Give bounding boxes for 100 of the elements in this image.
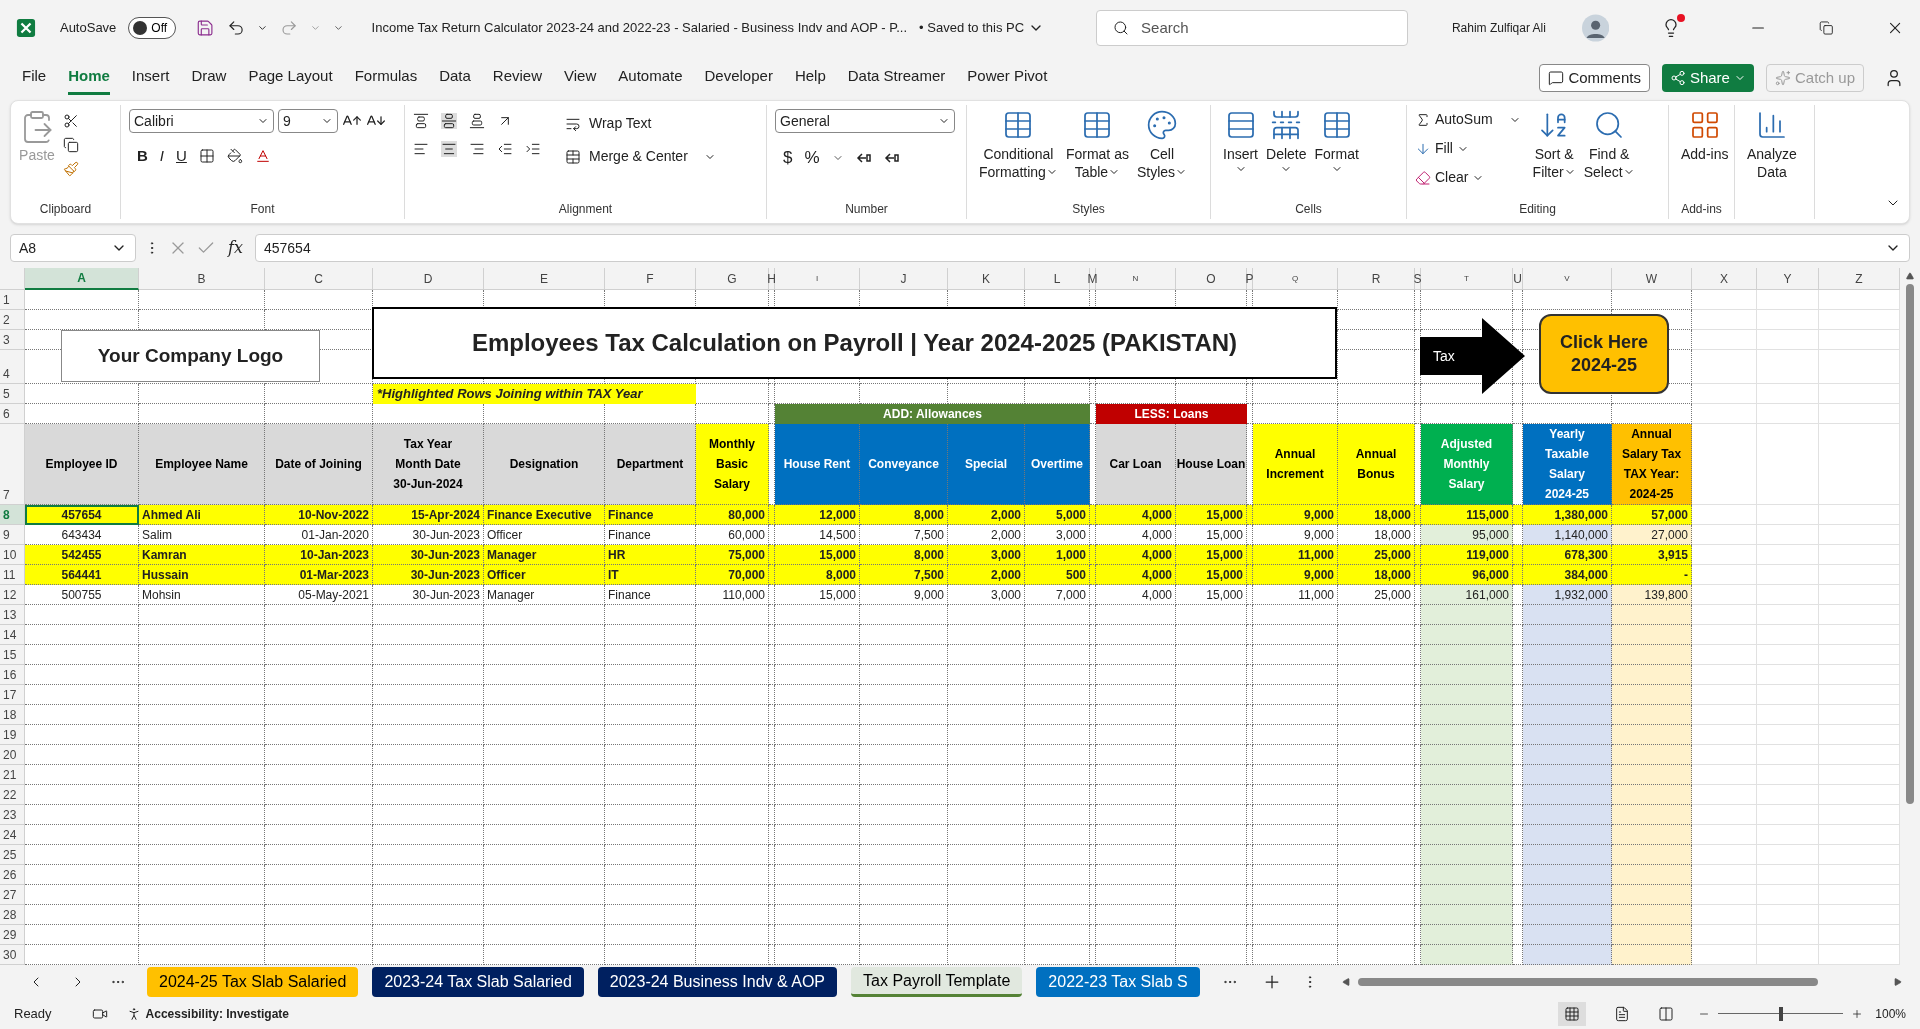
table-cell[interactable]: 457654 xyxy=(25,505,139,525)
column-header: Q xyxy=(1253,268,1338,290)
italic-button[interactable]: I xyxy=(159,145,164,168)
font-size-field[interactable]: 9 xyxy=(278,109,338,133)
column-heading: Department xyxy=(605,424,696,505)
number-format-field[interactable]: General xyxy=(775,109,955,133)
insert-function-button[interactable]: fx xyxy=(224,236,247,260)
cells-button[interactable]: Insert xyxy=(1219,109,1262,199)
save-status[interactable]: • Saved to this PC xyxy=(919,18,1045,38)
column-header: X xyxy=(1692,268,1757,290)
zoom-level[interactable]: 100% xyxy=(1875,1004,1906,1023)
column-header: D xyxy=(373,268,484,290)
column-header: R xyxy=(1338,268,1415,290)
menu-tab[interactable]: Page Layout xyxy=(248,61,333,95)
table-cell: 139,800 xyxy=(1612,585,1692,605)
merge-center-button[interactable]: Merge & Center xyxy=(565,146,716,167)
search-field[interactable]: Search xyxy=(1096,10,1408,46)
menu-tab[interactable]: View xyxy=(564,61,597,95)
sheet-tab[interactable]: 2023-24 Business Indv & AOP xyxy=(597,967,838,997)
accessibility-status[interactable]: Accessibility: Investigate xyxy=(145,1004,289,1023)
table-cell: 15,000 xyxy=(1176,545,1247,565)
name-box[interactable]: A8 xyxy=(10,234,136,262)
row-header: 19 xyxy=(0,725,25,745)
column-heading: Overtime xyxy=(1025,424,1090,505)
autosum-button[interactable]: AutoSum xyxy=(1415,109,1521,130)
styles-button[interactable]: Cell Styles xyxy=(1132,109,1192,199)
cells-button[interactable]: Format xyxy=(1310,109,1363,199)
menu-tab[interactable]: Data xyxy=(439,61,471,95)
add-ins-button[interactable]: Add-ins xyxy=(1677,109,1733,199)
table-cell: 4,000 xyxy=(1096,565,1176,585)
table-cell: 1,140,000 xyxy=(1523,525,1612,545)
status-text: Ready xyxy=(14,1004,52,1023)
menu-tab[interactable]: File xyxy=(22,61,47,95)
underline-button[interactable]: U xyxy=(176,145,187,168)
clear-button[interactable]: Clear xyxy=(1415,167,1521,188)
table-cell: 30-Jun-2023 xyxy=(373,545,484,565)
wrap-text-button[interactable]: Wrap Text xyxy=(565,113,716,134)
styles-button[interactable]: Format as Table xyxy=(1061,109,1133,199)
fill-button[interactable]: Fill xyxy=(1415,138,1521,159)
table-cell: 15,000 xyxy=(775,585,860,605)
row-header: 5 xyxy=(0,384,25,404)
table-cell: 25,000 xyxy=(1338,545,1415,565)
styles-button[interactable]: Conditional Formatting xyxy=(975,109,1062,199)
column-header: F xyxy=(605,268,696,290)
menu-tab[interactable]: Formulas xyxy=(354,61,418,95)
table-cell: 70,000 xyxy=(696,565,769,585)
column-header: V xyxy=(1523,268,1612,290)
find-select-button[interactable]: Find & Select xyxy=(1579,109,1639,199)
menu-tab[interactable]: Help xyxy=(794,61,826,95)
column-heading: Monthly Basic Salary xyxy=(696,424,769,505)
percent-button[interactable]: % xyxy=(804,145,820,171)
table-cell: Finance Executive xyxy=(484,505,605,525)
column-header: H xyxy=(769,268,775,290)
font-name-field[interactable]: Calibri xyxy=(129,109,274,133)
row-header: 27 xyxy=(0,885,25,905)
cells-button[interactable]: Delete xyxy=(1262,109,1311,199)
formula-input[interactable]: 457654 xyxy=(254,234,1910,262)
sheet-tab[interactable]: Tax Payroll Template xyxy=(851,967,1023,997)
comments-button[interactable]: Comments xyxy=(1539,64,1650,92)
menu-tab[interactable]: Home xyxy=(68,61,110,95)
sheet-title: Employees Tax Calculation on Payroll | Year 2024-2025 (PAKISTAN) xyxy=(372,307,1337,379)
row-header: 30 xyxy=(0,945,25,965)
menu-tab[interactable]: Developer xyxy=(704,61,773,95)
row-header: 10 xyxy=(0,545,25,565)
column-heading: Adjusted Monthly Salary xyxy=(1421,424,1513,505)
menu-tab[interactable]: Draw xyxy=(191,61,227,95)
share-button[interactable]: Share xyxy=(1661,64,1754,92)
menu-tab[interactable]: Automate xyxy=(618,61,683,95)
column-heading: Date of Joining xyxy=(265,424,373,505)
sheet-tab[interactable]: 2023-24 Tax Slab Salaried xyxy=(372,967,584,997)
column-header: T xyxy=(1421,268,1513,290)
autosave-toggle[interactable]: Off xyxy=(128,17,177,39)
sort-filter-button[interactable]: Sort & Filter xyxy=(1528,109,1580,199)
click-here-button[interactable]: Click Here 2024-25 xyxy=(1539,314,1669,394)
menu-tab[interactable]: Power Pivot xyxy=(967,61,1048,95)
table-cell: Finance xyxy=(605,505,696,525)
table-cell: 8,000 xyxy=(860,505,948,525)
table-cell: 4,000 xyxy=(1096,505,1176,525)
analyze-data-button[interactable]: Analyze Data xyxy=(1743,109,1801,219)
row-header: 11 xyxy=(0,565,25,585)
table-cell: 25,000 xyxy=(1338,585,1415,605)
row-header: 12 xyxy=(0,585,25,605)
bold-button[interactable]: B xyxy=(137,145,148,168)
currency-button[interactable]: $ xyxy=(783,145,793,171)
table-cell: Ahmed Ali xyxy=(139,505,265,525)
column-header: M xyxy=(1090,268,1096,290)
menu-tab[interactable]: Data Streamer xyxy=(847,61,946,95)
row-header: 22 xyxy=(0,785,25,805)
column-header: Y xyxy=(1757,268,1819,290)
column-header: B xyxy=(139,268,265,290)
table-cell: 7,500 xyxy=(860,565,948,585)
sheet-tab[interactable]: 2022-23 Tax Slab S xyxy=(1036,967,1200,997)
table-cell: Mohsin xyxy=(139,585,265,605)
menu-tab[interactable]: Review xyxy=(492,61,543,95)
table-cell: 2,000 xyxy=(948,505,1025,525)
group-header: ADD: Allowances xyxy=(775,404,1090,424)
menu-tab[interactable]: Insert xyxy=(131,61,170,95)
group-label: Number xyxy=(845,201,888,218)
sheet-tab[interactable]: 2024-25 Tax Slab Salaried xyxy=(147,967,359,997)
table-cell: 11,000 xyxy=(1253,585,1338,605)
